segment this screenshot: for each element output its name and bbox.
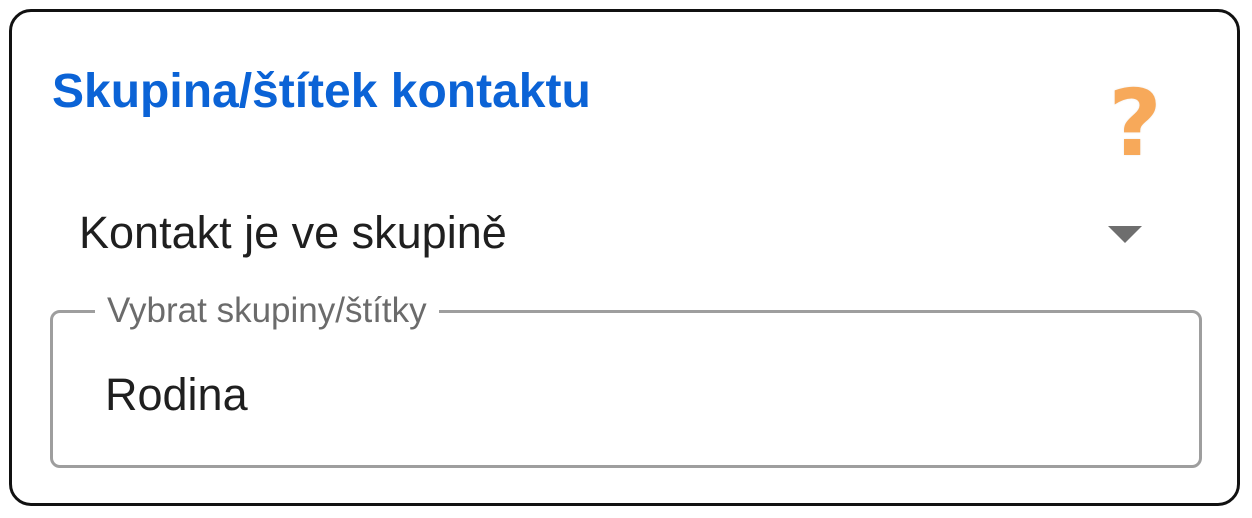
condition-select-value: Kontakt je ve skupině	[79, 207, 507, 258]
section-title: Skupina/štítek kontaktu	[52, 65, 591, 118]
caret-down-icon	[1108, 226, 1142, 243]
groups-select-field[interactable]: Vybrat skupiny/štítky Rodina	[50, 286, 1202, 468]
condition-select[interactable]: Kontakt je ve skupině	[72, 198, 1162, 278]
group-tag-card: Skupina/štítek kontaktu ? Kontakt je ve …	[9, 9, 1240, 506]
groups-field-label: Vybrat skupiny/štítky	[95, 286, 439, 336]
question-mark-icon[interactable]: ?	[1100, 74, 1170, 174]
groups-field-value: Rodina	[105, 369, 248, 420]
